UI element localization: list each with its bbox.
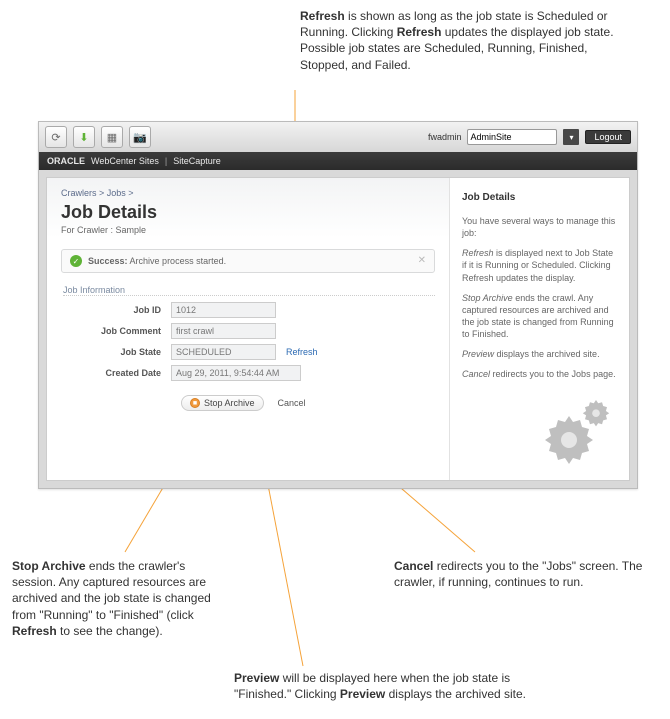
label-created-date: Created Date <box>61 368 171 378</box>
toolbar-button-3[interactable]: ▦ <box>101 126 123 148</box>
field-job-comment <box>171 323 276 339</box>
sidebar-p1: Refresh is displayed next to Job State i… <box>462 247 617 283</box>
toolbar-button-4[interactable]: 📷 <box>129 126 151 148</box>
brand: ORACLE <box>47 156 85 166</box>
sidebar-p3: Preview displays the archived site. <box>462 348 617 360</box>
flash-bold: Success: <box>88 256 128 266</box>
toolbar: ⟳ ⬇ ▦ 📷 fwadmin ▾ Logout <box>39 122 637 152</box>
user-label: fwadmin <box>428 132 462 142</box>
callout-refresh: Refresh is shown as long as the job stat… <box>300 8 635 73</box>
row-job-id: Job ID <box>61 302 435 318</box>
app-window: ⟳ ⬇ ▦ 📷 fwadmin ▾ Logout ORACLE WebCente… <box>38 121 638 489</box>
app-name: SiteCapture <box>173 156 221 166</box>
gears-icon <box>462 386 617 466</box>
callout-preview: Preview will be displayed here when the … <box>234 670 534 702</box>
stop-icon: ■ <box>190 398 200 408</box>
sidebar-intro: You have several ways to manage this job… <box>462 215 617 239</box>
content-area: Crawlers > Jobs > Job Details For Crawle… <box>46 177 630 481</box>
flash-text: Archive process started. <box>130 256 227 266</box>
annotated-diagram: Refresh is shown as long as the job stat… <box>0 0 670 719</box>
sidebar-p2: Stop Archive ends the crawl. Any capture… <box>462 292 617 341</box>
field-job-state <box>171 344 276 360</box>
breadcrumb[interactable]: Crawlers > Jobs > <box>61 188 435 198</box>
main-panel: Crawlers > Jobs > Job Details For Crawle… <box>47 178 449 480</box>
toolbar-button-1[interactable]: ⟳ <box>45 126 67 148</box>
toolbar-button-2[interactable]: ⬇ <box>73 126 95 148</box>
sidebar-title: Job Details <box>462 192 617 203</box>
page-title: Job Details <box>61 202 435 223</box>
site-select[interactable] <box>467 129 557 145</box>
page-subtitle: For Crawler : Sample <box>61 225 435 235</box>
cancel-link[interactable]: Cancel <box>278 398 306 408</box>
action-row: ■ Stop Archive Cancel <box>181 395 435 411</box>
sidebar-p4: Cancel redirects you to the Jobs page. <box>462 368 617 380</box>
success-icon: ✓ <box>70 255 82 267</box>
flash-success: ✓ Success: Archive process started. ✕ <box>61 249 435 273</box>
product: WebCenter Sites <box>91 156 159 166</box>
callout-cancel: Cancel redirects you to the "Jobs" scree… <box>394 558 652 590</box>
refresh-link[interactable]: Refresh <box>286 347 318 357</box>
row-job-state: Job State Refresh <box>61 344 435 360</box>
callout-stop-archive: Stop Archive ends the crawler's session.… <box>12 558 222 639</box>
section-header: Job Information <box>63 285 435 296</box>
label-job-comment: Job Comment <box>61 326 171 336</box>
site-select-dropdown-icon[interactable]: ▾ <box>563 129 579 145</box>
stop-archive-label: Stop Archive <box>204 398 255 408</box>
stop-archive-button[interactable]: ■ Stop Archive <box>181 395 264 411</box>
field-created-date <box>171 365 301 381</box>
help-sidebar: Job Details You have several ways to man… <box>449 178 629 480</box>
label-job-state: Job State <box>61 347 171 357</box>
flash-close-icon[interactable]: ✕ <box>418 255 426 266</box>
logout-button[interactable]: Logout <box>585 130 631 144</box>
brand-bar: ORACLE WebCenter Sites | SiteCapture <box>39 152 637 170</box>
field-job-id <box>171 302 276 318</box>
row-job-comment: Job Comment <box>61 323 435 339</box>
label-job-id: Job ID <box>61 305 171 315</box>
row-created-date: Created Date <box>61 365 435 381</box>
